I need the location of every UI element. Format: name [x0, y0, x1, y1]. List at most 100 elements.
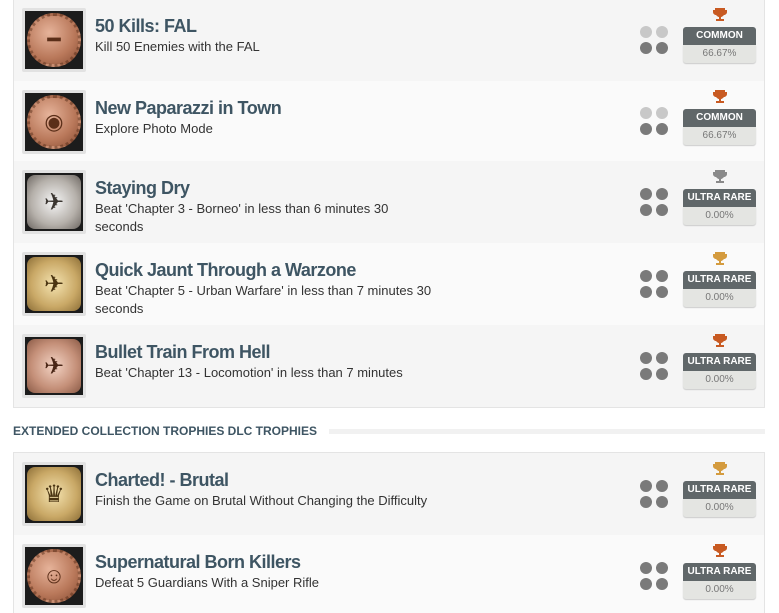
progress-dot	[640, 42, 652, 54]
progress-dot	[640, 578, 652, 590]
progress-dot	[656, 578, 668, 590]
trophy-image: ✈	[22, 170, 86, 234]
progress-dots	[640, 562, 668, 590]
trophy-image: ━	[22, 8, 86, 72]
rarity-badge: ULTRA RARE	[683, 481, 756, 499]
trophy-cup-icon	[683, 169, 756, 185]
progress-dots	[640, 26, 668, 54]
trophy-description: Beat 'Chapter 3 - Borneo' in less than 6…	[95, 201, 389, 234]
progress-dot	[656, 562, 668, 574]
progress-dot	[640, 123, 652, 135]
trophy-image: ✈	[22, 334, 86, 398]
guardian-coin-icon: ☺	[27, 549, 81, 603]
progress-dot	[640, 286, 652, 298]
trophy-description: Beat 'Chapter 5 - Urban Warfare' in less…	[95, 283, 432, 316]
rarity-block: ULTRA RARE 0.00%	[683, 543, 756, 599]
progress-dot	[640, 188, 652, 200]
rarity-badge: ULTRA RARE	[683, 189, 756, 207]
trophy-cup-icon	[683, 89, 756, 105]
trophy-title[interactable]: Quick Jaunt Through a Warzone	[95, 259, 435, 281]
runner-plaque-icon: ✈	[27, 339, 81, 393]
progress-dots	[640, 480, 668, 508]
trophy-cup-icon	[683, 333, 756, 349]
trophy-cup-icon	[683, 251, 756, 267]
trophy-description: Finish the Game on Brutal Without Changi…	[95, 493, 428, 508]
rarity-block: COMMON 66.67%	[683, 89, 756, 145]
trophy-image: ☺	[22, 544, 86, 608]
progress-dot	[640, 496, 652, 508]
progress-dot	[656, 204, 668, 216]
dlc-trophy-list: ♛ Charted! - Brutal Finish the Game on B…	[13, 452, 765, 613]
trophy-description: Explore Photo Mode	[95, 121, 213, 136]
trophy-row[interactable]: ♛ Charted! - Brutal Finish the Game on B…	[14, 453, 764, 535]
trophy-title[interactable]: Supernatural Born Killers	[95, 551, 435, 573]
rarity-block: ULTRA RARE 0.00%	[683, 251, 756, 307]
rarity-block: ULTRA RARE 0.00%	[683, 333, 756, 389]
progress-dot	[656, 480, 668, 492]
section-divider	[329, 428, 765, 434]
rarity-percent: 0.00%	[683, 289, 756, 307]
trophy-cup-icon	[683, 543, 756, 559]
progress-dots	[640, 107, 668, 135]
progress-dot	[656, 123, 668, 135]
progress-dot	[640, 562, 652, 574]
runner-plaque-icon: ✈	[27, 175, 81, 229]
rarity-percent: 0.00%	[683, 581, 756, 599]
camera-coin-icon: ◉	[27, 95, 81, 149]
trophy-image: ♛	[22, 462, 86, 526]
trophy-row[interactable]: ✈ Quick Jaunt Through a Warzone Beat 'Ch…	[14, 243, 764, 325]
rarity-percent: 0.00%	[683, 207, 756, 225]
progress-dot	[656, 270, 668, 282]
rarity-percent: 66.67%	[683, 127, 756, 145]
rarity-block: ULTRA RARE 0.00%	[683, 169, 756, 225]
section-title: EXTENDED COLLECTION TROPHIES DLC TROPHIE…	[13, 424, 318, 438]
rarity-badge: COMMON	[683, 109, 756, 127]
progress-dots	[640, 188, 668, 216]
rarity-badge: ULTRA RARE	[683, 563, 756, 581]
trophy-row[interactable]: ✈ Staying Dry Beat 'Chapter 3 - Borneo' …	[14, 161, 764, 243]
progress-dots	[640, 270, 668, 298]
progress-dot	[640, 480, 652, 492]
runner-plaque-icon: ✈	[27, 257, 81, 311]
rarity-block: ULTRA RARE 0.00%	[683, 461, 756, 517]
rarity-percent: 0.00%	[683, 371, 756, 389]
progress-dot	[656, 496, 668, 508]
progress-dot	[640, 352, 652, 364]
trophy-title[interactable]: New Paparazzi in Town	[95, 97, 435, 119]
rarity-percent: 66.67%	[683, 45, 756, 63]
rifle-coin-icon: ━	[27, 13, 81, 67]
trophy-cup-icon	[683, 7, 756, 23]
progress-dot	[640, 26, 652, 38]
trophy-row[interactable]: ◉ New Paparazzi in Town Explore Photo Mo…	[14, 81, 764, 161]
trophy-list: ━ 50 Kills: FAL Kill 50 Enemies with the…	[13, 0, 765, 408]
progress-dot	[656, 352, 668, 364]
trophy-title[interactable]: 50 Kills: FAL	[95, 15, 435, 37]
trophy-row[interactable]: ✈ Bullet Train From Hell Beat 'Chapter 1…	[14, 325, 764, 407]
trophy-title[interactable]: Staying Dry	[95, 177, 435, 199]
rarity-block: COMMON 66.67%	[683, 7, 756, 63]
dlc-section-header: EXTENDED COLLECTION TROPHIES DLC TROPHIE…	[13, 424, 765, 438]
progress-dot	[640, 107, 652, 119]
progress-dot	[656, 107, 668, 119]
trophy-description: Beat 'Chapter 13 - Locomotion' in less t…	[95, 365, 403, 380]
trophy-description: Kill 50 Enemies with the FAL	[95, 39, 260, 54]
crown-plaque-icon: ♛	[27, 467, 81, 521]
rarity-percent: 0.00%	[683, 499, 756, 517]
progress-dot	[656, 26, 668, 38]
trophy-row[interactable]: ━ 50 Kills: FAL Kill 50 Enemies with the…	[14, 0, 764, 81]
trophy-title[interactable]: Bullet Train From Hell	[95, 341, 435, 363]
progress-dot	[656, 188, 668, 200]
progress-dots	[640, 352, 668, 380]
trophy-title[interactable]: Charted! - Brutal	[95, 469, 435, 491]
progress-dot	[640, 270, 652, 282]
trophy-row[interactable]: ☺ Supernatural Born Killers Defeat 5 Gua…	[14, 535, 764, 613]
trophy-image: ✈	[22, 252, 86, 316]
progress-dot	[656, 368, 668, 380]
trophy-cup-icon	[683, 461, 756, 477]
progress-dot	[656, 42, 668, 54]
trophy-image: ◉	[22, 90, 86, 154]
trophy-description: Defeat 5 Guardians With a Sniper Rifle	[95, 575, 319, 590]
progress-dot	[640, 368, 652, 380]
progress-dot	[640, 204, 652, 216]
rarity-badge: ULTRA RARE	[683, 353, 756, 371]
